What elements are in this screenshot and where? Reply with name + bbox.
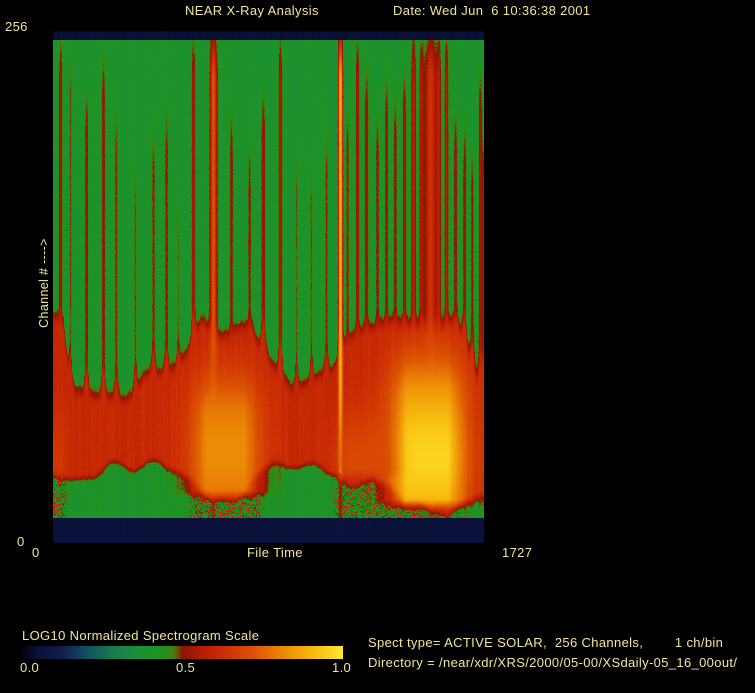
xray-analysis-window: NEAR X-Ray Analysis Date: Wed Jun 6 10:3…: [0, 0, 755, 693]
y-axis-min-label: 0: [17, 534, 25, 549]
chart-title: NEAR X-Ray Analysis: [185, 3, 319, 18]
spect-type-line: Spect type= ACTIVE SOLAR, 256 Channels, …: [368, 635, 724, 650]
colorbar-tick-mid: 0.5: [176, 660, 196, 675]
y-axis-label: Channel # ---->: [37, 238, 51, 328]
x-axis-max-label: 1727: [502, 545, 533, 560]
x-axis-label: File Time: [247, 545, 303, 560]
y-axis-max-label: 256: [5, 19, 28, 34]
colorbar-gradient: [22, 646, 343, 659]
colorbar-tick-max: 1.0: [332, 660, 352, 675]
colorbar-tick-min: 0.0: [20, 660, 40, 675]
date-label: Date: Wed Jun 6 10:36:38 2001: [393, 3, 591, 18]
x-axis-min-label: 0: [32, 545, 40, 560]
colorbar-title: LOG10 Normalized Spectrogram Scale: [22, 628, 260, 643]
directory-line: Directory = /near/xdr/XRS/2000/05-00/XSd…: [368, 655, 738, 670]
spectrogram-canvas: [53, 31, 484, 543]
